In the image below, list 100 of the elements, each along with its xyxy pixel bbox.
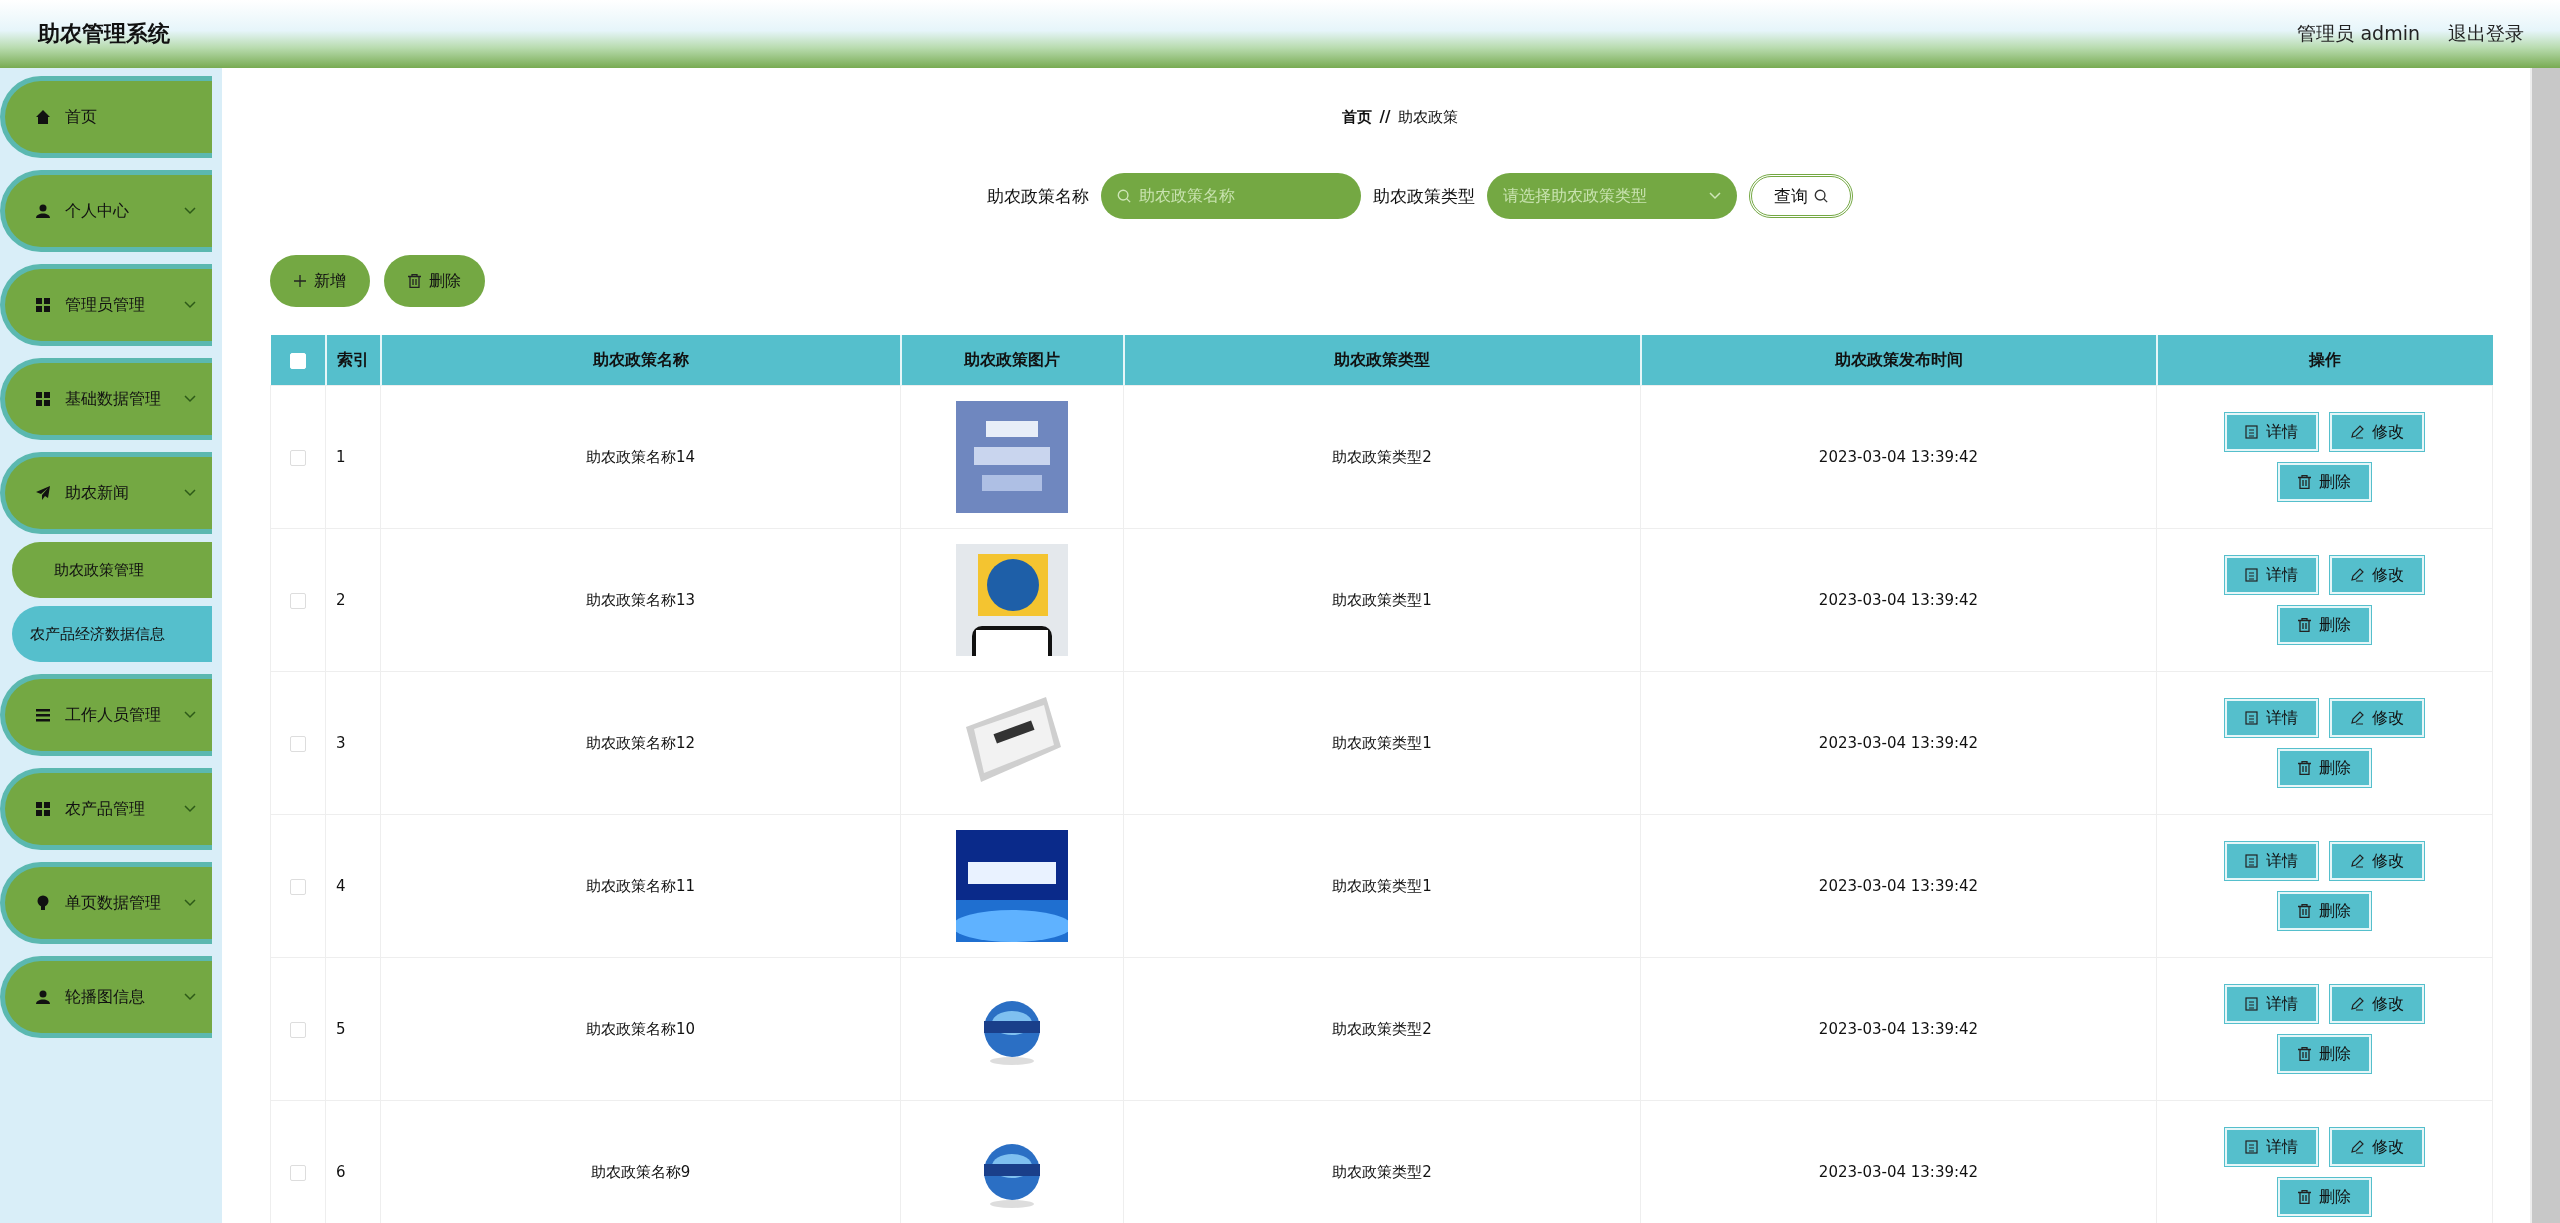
document-icon [2245,711,2258,725]
row-checkbox[interactable] [290,449,306,466]
table-cell: 助农政策类型1 [1123,814,1641,958]
row-checkbox[interactable] [290,878,306,895]
delete-button[interactable]: 删除 [2278,1035,2371,1073]
edit-button[interactable]: 修改 [2330,1128,2424,1166]
home-icon [35,109,51,125]
table-cell: 2023-03-04 13:39:42 [1640,528,2157,672]
table-cell: 助农政策名称11 [380,814,901,958]
table-cell: 2023-03-04 13:39:42 [1640,957,2157,1101]
grid-icon [35,801,51,817]
row-checkbox[interactable] [290,592,306,609]
breadcrumb-link[interactable]: 首页 [1341,108,1372,127]
table-cell: 助农政策名称12 [380,671,901,815]
document-icon [2245,568,2258,582]
user-icon [35,203,51,219]
chevron-down-icon [184,899,196,907]
detail-button[interactable]: 详情 [2225,699,2318,737]
delete-button[interactable]: 删除 [384,255,485,307]
column-header: 助农政策名称 [380,335,901,386]
grid-icon [35,391,51,407]
delete-button[interactable]: 删除 [2278,606,2371,644]
add-button[interactable]: 新增 [270,255,370,307]
edit-button[interactable]: 修改 [2330,413,2424,451]
table-cell: 助农政策类型2 [1123,385,1641,529]
scrollbar[interactable] [2530,68,2560,1223]
table-cell: 3 [325,671,381,815]
logout-link[interactable]: 退出登录 [2448,21,2524,47]
menu-item[interactable]: 个人中心 [0,170,212,252]
column-header: 操作 [2156,335,2493,386]
pencil-icon [2350,568,2364,582]
table-cell: 2 [325,528,381,672]
detail-button[interactable]: 详情 [2225,556,2318,594]
detail-button[interactable]: 详情 [2225,842,2318,880]
chevron-down-icon [184,711,196,719]
select-all-checkbox[interactable] [289,353,306,369]
edit-button[interactable]: 修改 [2330,842,2424,880]
trash-icon [2298,1047,2311,1061]
chevron-down-icon [184,395,196,403]
table-cell: 4 [325,814,381,958]
document-icon [2245,997,2258,1011]
table-cell: 2023-03-04 13:39:42 [1640,671,2157,815]
document-icon [2245,1140,2258,1154]
chevron-down-icon [184,993,196,1001]
delete-button[interactable]: 删除 [2278,463,2371,501]
column-header: 索引 [325,335,381,386]
submenu-item[interactable]: 助农政策管理 [12,542,212,598]
edit-button[interactable]: 修改 [2330,556,2424,594]
query-button[interactable]: 查询 [1749,174,1853,218]
document-icon [2245,425,2258,439]
delete-button[interactable]: 删除 [2278,892,2371,930]
pencil-icon [2350,854,2364,868]
delete-button[interactable]: 删除 [2278,1178,2371,1216]
table-cell: 2023-03-04 13:39:42 [1640,385,2157,529]
trash-icon [2298,475,2311,489]
trash-icon [408,274,421,288]
delete-button[interactable]: 删除 [2278,749,2371,787]
menu-item[interactable]: 管理员管理 [0,264,212,346]
menu-item[interactable]: 助农新闻 [0,452,212,534]
lightbulb-icon [35,895,51,911]
chevron-down-icon [1709,192,1721,200]
table-cell: 助农政策名称13 [380,528,901,672]
chevron-down-icon [184,805,196,813]
detail-button[interactable]: 详情 [2225,1128,2318,1166]
submenu-item[interactable]: 农产品经济数据信息 [12,606,212,662]
table-cell: 助农政策名称10 [380,957,901,1101]
menu-item[interactable]: 首页 [0,76,212,158]
trash-icon [2298,618,2311,632]
plus-icon [294,275,306,287]
pencil-icon [2350,997,2364,1011]
trash-icon [2298,904,2311,918]
table-cell: 助农政策类型1 [1123,671,1641,815]
app-title: 助农管理系统 [38,20,171,48]
row-checkbox[interactable] [290,1021,306,1038]
column-header: 助农政策类型 [1123,335,1641,386]
chevron-down-icon [184,207,196,215]
user-label: 管理员 admin [2297,21,2420,46]
breadcrumb-separator: // [1379,108,1391,127]
table-cell: 5 [325,957,381,1101]
row-checkbox[interactable] [290,1164,306,1181]
search-icon [1117,189,1131,203]
detail-button[interactable]: 详情 [2225,413,2318,451]
table-cell: 1 [325,385,381,529]
pencil-icon [2350,711,2364,725]
menu-item[interactable]: 工作人员管理 [0,674,212,756]
menu-item[interactable]: 单页数据管理 [0,862,212,944]
trash-icon [2298,761,2311,775]
menu-item[interactable]: 轮播图信息 [0,956,212,1038]
user-icon [35,989,51,1005]
field-label: 助农政策名称 [987,184,1089,208]
list-icon [35,707,51,723]
menu-item[interactable]: 农产品管理 [0,768,212,850]
table-cell: 助农政策名称14 [380,385,901,529]
row-checkbox[interactable] [290,735,306,752]
table-cell: 助农政策类型2 [1123,957,1641,1101]
edit-button[interactable]: 修改 [2330,985,2424,1023]
menu-item[interactable]: 基础数据管理 [0,358,212,440]
trash-icon [2298,1190,2311,1204]
detail-button[interactable]: 详情 [2225,985,2318,1023]
edit-button[interactable]: 修改 [2330,699,2424,737]
